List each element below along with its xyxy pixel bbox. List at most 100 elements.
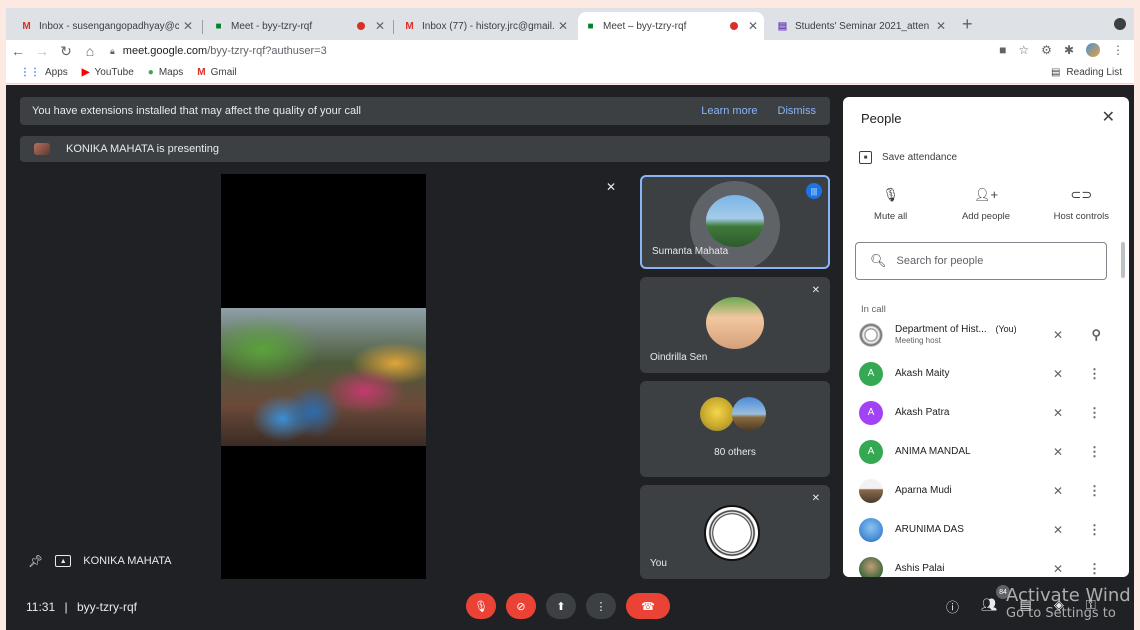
forward-icon[interactable]: →	[30, 43, 54, 59]
panel-title: People	[861, 111, 902, 126]
save-attendance-button[interactable]: ■ Save attendance	[859, 151, 957, 164]
participant-row[interactable]: Department of Hist... (You) Meeting host…	[843, 315, 1129, 354]
tab-separator	[393, 20, 394, 34]
participant-tile[interactable]: ||| Sumanta Mahata	[640, 175, 830, 269]
participant-row[interactable]: A Akash Patra ✕ ⋮	[843, 393, 1129, 432]
meet-icon: ■	[215, 20, 222, 32]
close-tab-icon[interactable]: ✕	[558, 19, 568, 33]
gmail-icon: M	[197, 67, 206, 78]
avatar: A	[859, 400, 883, 425]
present-screen-icon: ▲	[55, 555, 72, 567]
browser-tab-bar: M Inbox - susengangopadhyay@c ✕ ■ Meet -…	[6, 8, 1134, 40]
new-tab-button[interactable]: +	[962, 14, 973, 35]
home-icon[interactable]: ⌂	[78, 43, 102, 59]
more-vert-icon[interactable]: ⋮	[1088, 483, 1101, 499]
recording-dot-icon	[356, 22, 365, 30]
browser-tab[interactable]: ▤ Students' Seminar 2021_atten ✕	[770, 12, 952, 40]
reload-icon[interactable]: ↻	[54, 43, 78, 60]
puzzle-icon[interactable]: ✱	[1064, 43, 1074, 57]
bookmark-gmail[interactable]: M Gmail	[197, 67, 236, 78]
browser-tab[interactable]: M Inbox (77) - history.jrc@gmail.c ✕	[397, 12, 574, 40]
bookmark-maps[interactable]: ● Maps	[148, 67, 184, 78]
maps-icon: ●	[147, 67, 154, 78]
host-actions: 🎙︎ Mute all 👤︎+ Add people ⊂⊃ Host contr…	[843, 187, 1129, 222]
browser-tab[interactable]: ■ Meet - byy-tzry-rqf ✕	[206, 12, 391, 40]
participant-row[interactable]: A Akash Maity ✕ ⋮	[843, 354, 1129, 393]
avatar	[859, 478, 883, 503]
mic-off-icon: ✕	[1052, 405, 1063, 420]
dismiss-button[interactable]: Dismiss	[778, 105, 817, 117]
phone-hangup-icon: ☎	[641, 600, 655, 613]
more-vert-icon[interactable]: ⋮	[1088, 366, 1101, 382]
more-vert-icon[interactable]: ⋮	[1088, 561, 1101, 577]
browser-tab-active[interactable]: ■ Meet – byy-tzry-rqf ✕	[578, 12, 764, 40]
presenting-bar: KONIKA MAHATA is presenting	[20, 136, 830, 162]
close-tab-icon[interactable]: ✕	[183, 19, 193, 33]
mic-off-icon: 🎙︎	[474, 600, 488, 613]
close-icon[interactable]: ✕	[1102, 107, 1115, 127]
gmail-icon: M	[405, 20, 414, 32]
extension-icon[interactable]: ⚙	[1041, 43, 1052, 57]
search-people-input[interactable]: 🔍︎ Search for people	[855, 242, 1107, 280]
mic-off-icon: ✕	[1052, 522, 1063, 537]
close-tab-icon[interactable]: ✕	[936, 19, 946, 33]
add-people-button[interactable]: 👤︎+ Add people	[938, 187, 1033, 222]
save-icon: ■	[859, 151, 872, 164]
self-tile[interactable]: ✕ You	[640, 485, 830, 579]
more-vert-icon[interactable]: ⋮	[1088, 444, 1101, 460]
camera-in-use-icon[interactable]: ■	[999, 43, 1006, 57]
bookmarks-bar: ⋮⋮ Apps ▶ YouTube ● Maps M Gmail ▤ Readi…	[6, 62, 1134, 84]
bookmark-apps[interactable]: ⋮⋮ Apps	[20, 67, 68, 78]
profile-avatar[interactable]	[1086, 43, 1100, 57]
info-icon[interactable]: ⓘ	[946, 597, 959, 616]
camera-toggle-button[interactable]: ⊘	[506, 593, 536, 619]
more-options-button[interactable]: ⋮	[586, 593, 616, 619]
toggle-icon: ⊂⊃	[1070, 187, 1093, 202]
close-tab-icon[interactable]: ✕	[375, 19, 385, 33]
participant-row[interactable]: ARUNIMA DAS ✕ ⋮	[843, 510, 1129, 549]
others-tile[interactable]: 80 others	[640, 381, 830, 477]
recording-dot-icon	[729, 22, 738, 30]
leave-call-button[interactable]: ☎	[626, 593, 670, 619]
mic-toggle-button[interactable]: 🎙︎	[466, 593, 496, 619]
avatar	[859, 517, 883, 542]
presentation-tile[interactable]	[221, 174, 426, 579]
browser-toolbar: ← → ↻ ⌂ 🔒︎ meet.google.com/byy-tzry-rqf?…	[6, 40, 1134, 62]
toolbar-actions: ■ ☆ ⚙ ✱ ⋮	[999, 43, 1124, 57]
tab-search-icon[interactable]	[1114, 18, 1126, 30]
bookmark-youtube[interactable]: ▶ YouTube	[82, 67, 134, 78]
close-tab-icon[interactable]: ✕	[748, 19, 758, 33]
forms-icon: ▤	[777, 20, 788, 32]
people-icon[interactable]: 👥︎	[981, 597, 998, 616]
people-panel: People ✕ ■ Save attendance 🎙︎ Mute all 👤…	[843, 97, 1129, 577]
call-controls: 🎙︎ ⊘ ⬆ ⋮ ☎	[466, 593, 670, 619]
back-icon[interactable]: ←	[6, 43, 30, 59]
meet-area: You have extensions installed that may a…	[6, 85, 1134, 630]
speaking-indicator-icon: |||	[806, 183, 822, 199]
browser-tab[interactable]: M Inbox - susengangopadhyay@c ✕	[14, 12, 199, 40]
bookmark-star-icon[interactable]: ☆	[1018, 43, 1029, 57]
mute-all-button[interactable]: 🎙︎ Mute all	[843, 187, 938, 222]
participant-row[interactable]: A ANIMA MANDAL ✕ ⋮	[843, 432, 1129, 471]
address-bar[interactable]: 🔒︎ meet.google.com/byy-tzry-rqf?authuser…	[110, 45, 327, 57]
learn-more-link[interactable]: Learn more	[701, 105, 757, 117]
scrollbar[interactable]	[1121, 242, 1125, 278]
activate-windows-watermark: Activate Wind Go to Settings to	[1006, 585, 1131, 621]
avatar: A	[859, 361, 883, 386]
add-person-icon: 👤︎+	[973, 187, 999, 202]
menu-kebab-icon[interactable]: ⋮	[1112, 43, 1124, 57]
participant-row[interactable]: Ashis Palai ✕ ⋮	[843, 549, 1129, 577]
more-vert-icon[interactable]: ⋮	[1088, 405, 1101, 421]
pin-icon[interactable]: 📌︎	[28, 554, 43, 568]
mic-off-icon: ✕	[1052, 444, 1063, 459]
shared-screen-image	[221, 308, 426, 446]
mic-off-icon: ✕	[1052, 561, 1063, 576]
reading-list-button[interactable]: ▤ Reading List	[1051, 67, 1122, 78]
host-controls-button[interactable]: ⊂⊃ Host controls	[1034, 187, 1129, 222]
presenter-avatar	[34, 143, 50, 155]
pin-icon[interactable]: ⚲	[1091, 327, 1101, 343]
participant-tile[interactable]: ✕ Oindrilla Sen	[640, 277, 830, 373]
participant-row[interactable]: Aparna Mudi ✕ ⋮	[843, 471, 1129, 510]
more-vert-icon[interactable]: ⋮	[1088, 522, 1101, 538]
present-now-button[interactable]: ⬆	[546, 593, 576, 619]
